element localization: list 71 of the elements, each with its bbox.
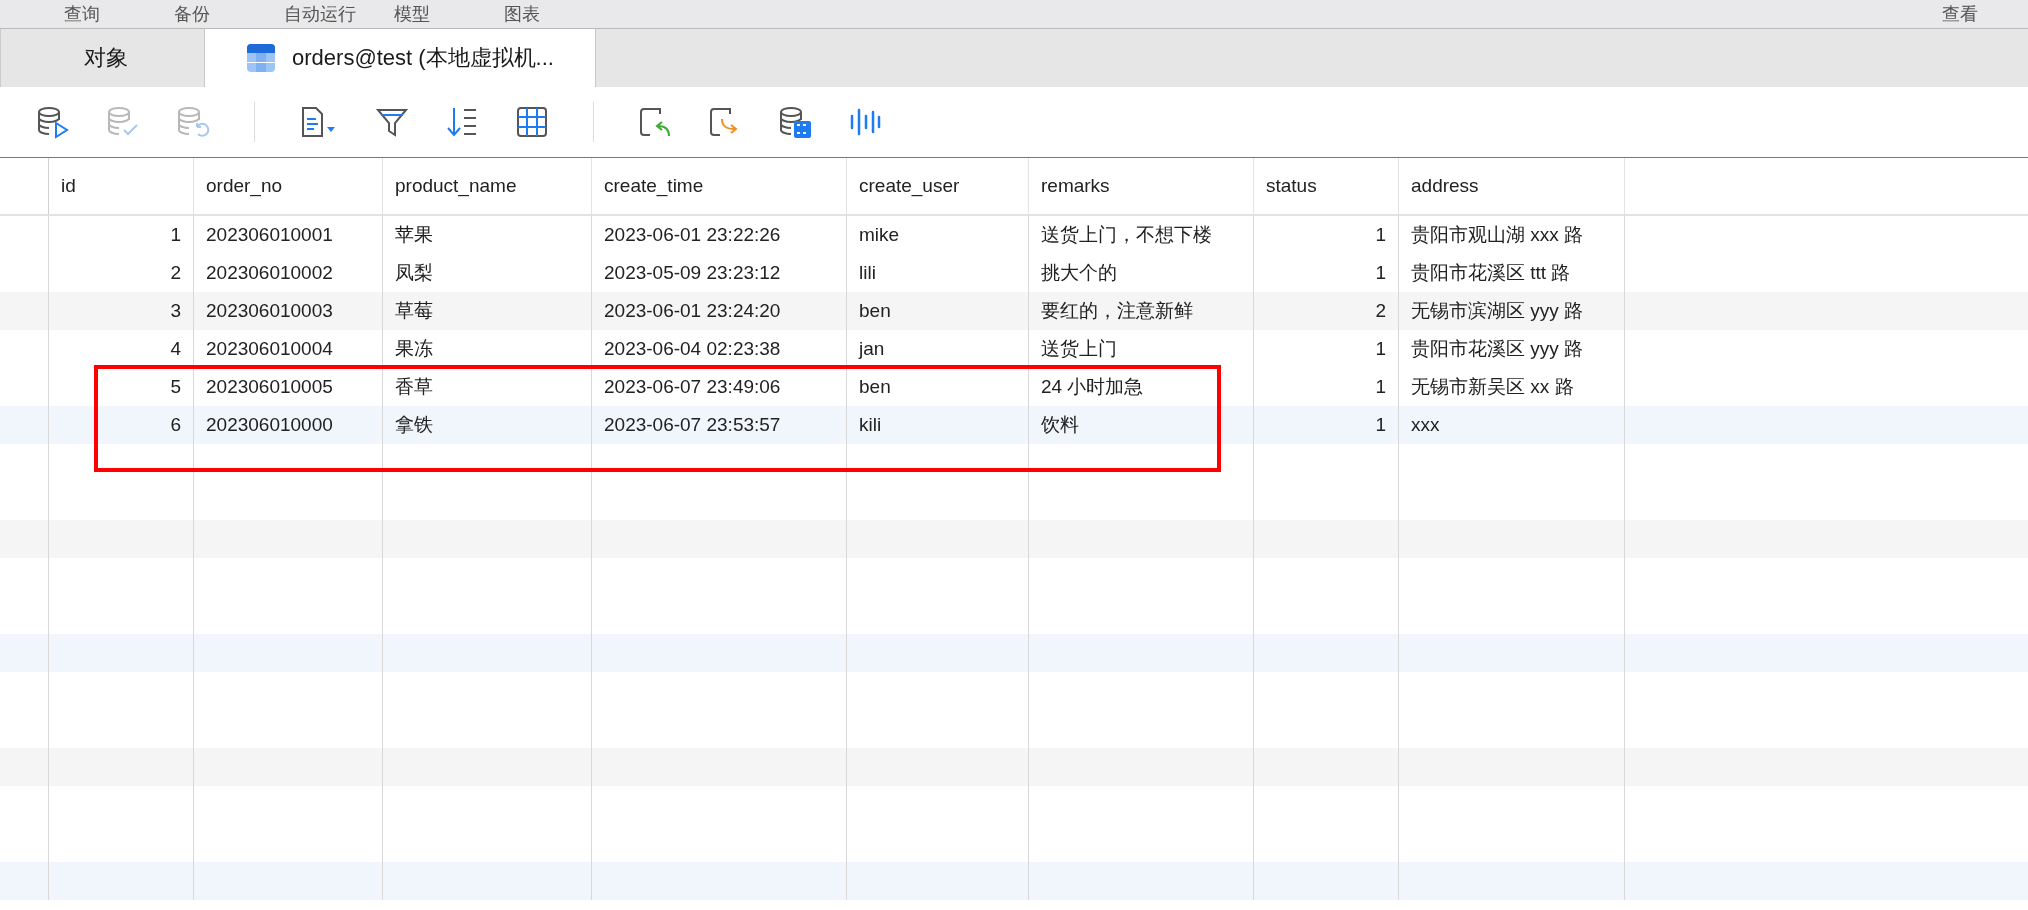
table-cell: ben: [859, 376, 891, 398]
table-cell: 3: [170, 300, 181, 322]
table-cell-text: 凤梨: [395, 261, 433, 285]
table-cell-text: 饮料: [1041, 413, 1079, 437]
table-cell: 2023-06-04 02:23:38: [604, 338, 781, 360]
table-cell-text: 苹果: [395, 223, 433, 247]
table-cell: 2: [1375, 300, 1386, 322]
database-binary-icon[interactable]: [778, 105, 812, 139]
table-cell-text: 贵阳市观山湖 xxx 路: [1411, 223, 1584, 247]
table-cell: mike: [859, 224, 900, 246]
database-run-icon[interactable]: [36, 105, 70, 139]
table-cell: 202306010004: [206, 338, 333, 360]
column-header[interactable]: id: [49, 158, 194, 214]
sort-icon[interactable]: [445, 105, 479, 139]
table-cell-text: 24 小时加急: [1041, 375, 1144, 399]
table-cell: jan: [859, 338, 885, 360]
table-row[interactable]: 6 202306010000 拿铁 2023-06-07 23:53:57 kili 饮料 1 xxx: [0, 406, 2028, 444]
table-cell: 1: [1375, 224, 1386, 246]
table-cell: 2023-05-09 23:23:12: [604, 262, 781, 284]
table-cell: 2023-06-07 23:49:06: [604, 376, 781, 398]
table-cell: 202306010003: [206, 300, 333, 322]
table-cell: 2023-06-01 23:24:20: [604, 300, 781, 322]
column-header[interactable]: order_no: [194, 158, 383, 214]
menu-item[interactable]: 图表: [504, 2, 614, 26]
table-cell-text: 送货上门: [1041, 337, 1117, 361]
table-cell: lili: [859, 262, 876, 284]
table-cell: 4: [170, 338, 181, 360]
table-cell: 1: [1375, 414, 1386, 436]
table-cell: 5: [170, 376, 181, 398]
table-cell-text: 挑大个的: [1041, 261, 1117, 285]
table-cell: 6: [170, 414, 181, 436]
menu-item[interactable]: 查询: [64, 2, 174, 26]
table-cell: 1: [170, 224, 181, 246]
table-cell: 1: [1375, 262, 1386, 284]
menu-item[interactable]: 模型: [394, 2, 504, 26]
column-header[interactable]: address: [1399, 158, 1625, 214]
table-cell-text: 无锡市滨湖区 yyy 路: [1411, 299, 1584, 323]
table-cell-text: 要红的，注意新鲜: [1041, 299, 1193, 323]
menu-item[interactable]: 备份: [174, 2, 284, 26]
import-icon[interactable]: [638, 105, 672, 139]
table-cell: 2023-06-07 23:53:57: [604, 414, 781, 436]
table-cell-text: 送货上门，不想下楼: [1041, 223, 1212, 247]
column-header[interactable]: product_name: [383, 158, 592, 214]
column-header[interactable]: status: [1254, 158, 1399, 214]
column-header[interactable]: create_time: [592, 158, 847, 214]
table-cell: 202306010001: [206, 224, 333, 246]
table-cell: xxx: [1411, 414, 1440, 436]
table-cell: 2: [170, 262, 181, 284]
menu-item[interactable]: 自动运行: [284, 2, 394, 26]
table-cell: 202306010002: [206, 262, 333, 284]
table-cell-text: 果冻: [395, 337, 433, 361]
table-cell: 2023-06-01 23:22:26: [604, 224, 781, 246]
column-header[interactable]: create_user: [847, 158, 1029, 214]
table-cell: 202306010000: [206, 414, 333, 436]
table-cell: ben: [859, 300, 891, 322]
table-cell: kili: [859, 414, 882, 436]
table-cell: 1: [1375, 376, 1386, 398]
table-cell-text: 草莓: [395, 299, 433, 323]
table-cell-text: 贵阳市花溪区 ttt 路: [1411, 261, 1571, 285]
tab[interactable]: orders@test (本地虚拟机...: [205, 29, 596, 87]
table-cell: 202306010005: [206, 376, 333, 398]
table-row[interactable]: 3 202306010003 草莓 2023-06-01 23:24:20 ben 要红的，注意新鲜 2 无锡市滨湖区 yyy 路: [0, 292, 2028, 330]
table-cell-text: 拿铁: [395, 413, 433, 437]
column-header[interactable]: remarks: [1029, 158, 1254, 214]
table-cell-text: 香草: [395, 375, 433, 399]
table-cell: 1: [1375, 338, 1386, 360]
table-cell-text: 贵阳市花溪区 yyy 路: [1411, 337, 1584, 361]
table-cell-text: 无锡市新吴区 xx 路: [1411, 375, 1574, 399]
table-icon: [246, 43, 277, 73]
grid-icon[interactable]: [515, 105, 549, 139]
menu-item[interactable]: 查看: [1942, 2, 1978, 26]
